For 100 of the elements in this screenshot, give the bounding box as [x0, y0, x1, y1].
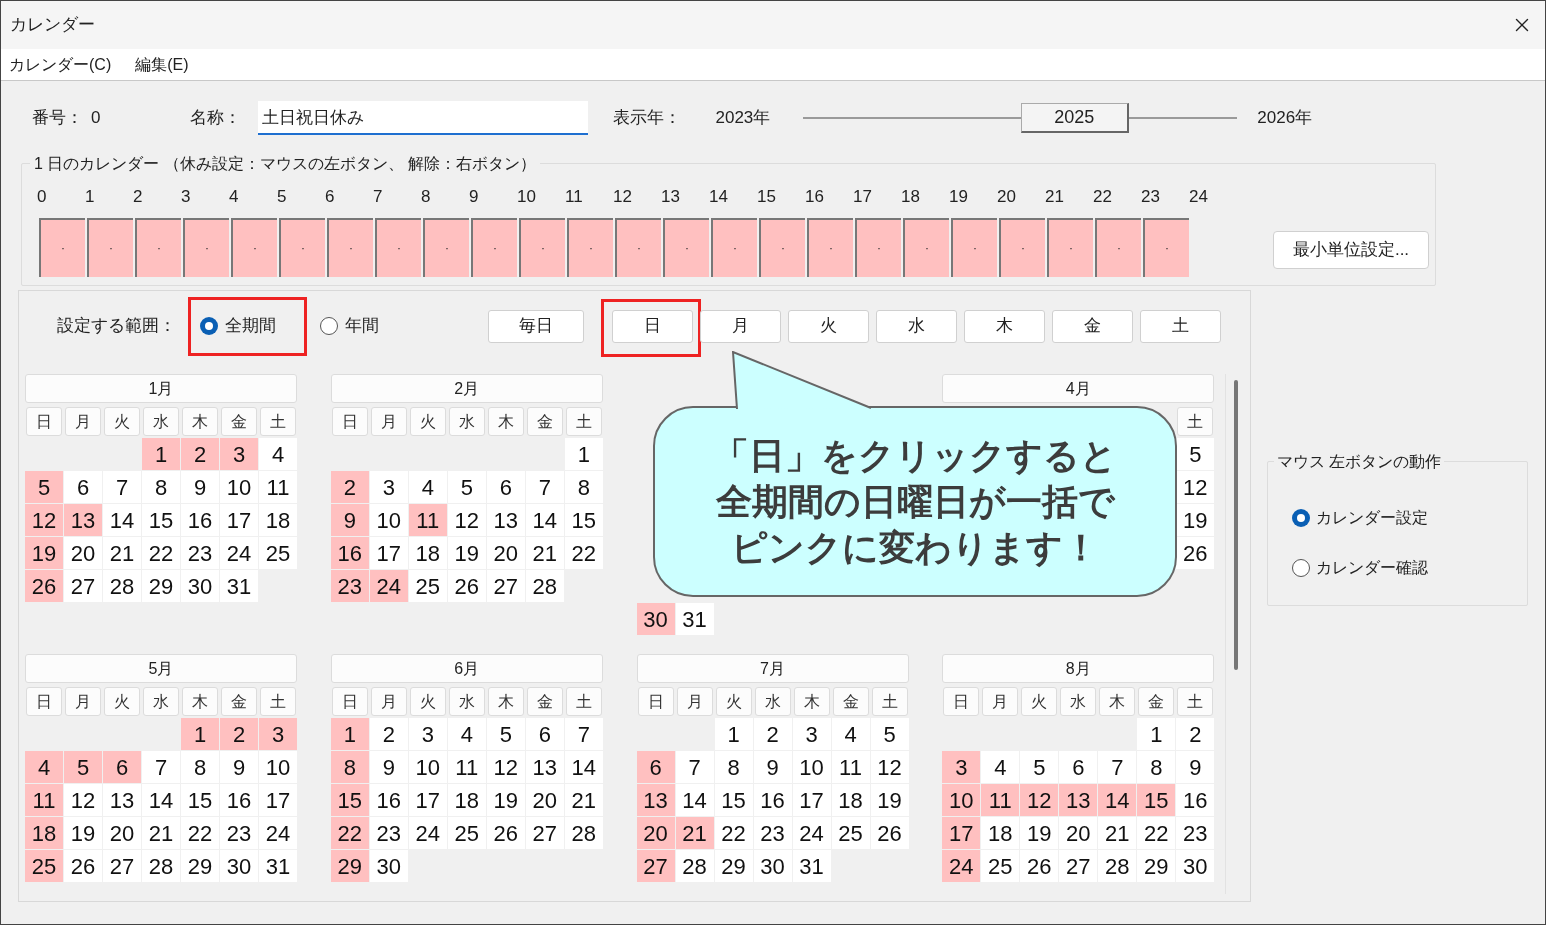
day-cell[interactable]: 26	[1176, 537, 1215, 569]
day-cell[interactable]: 6	[525, 718, 564, 750]
day-cell[interactable]: 7	[525, 471, 564, 503]
day-cell[interactable]: 28	[142, 850, 180, 882]
day-cell[interactable]: 5	[64, 751, 102, 783]
weekday-button[interactable]: 水	[876, 309, 957, 343]
day-cell[interactable]: 30	[753, 850, 792, 882]
day-cell[interactable]: 25	[259, 537, 297, 569]
day-cell[interactable]: 24	[408, 817, 447, 849]
day-cell[interactable]: 13	[636, 784, 675, 816]
weekday-button[interactable]: 毎日	[488, 309, 584, 343]
day-cell[interactable]: 8	[564, 471, 603, 503]
day-cell[interactable]: 10	[408, 751, 447, 783]
day-cell[interactable]: 6	[103, 751, 141, 783]
day-cell[interactable]: 27	[486, 570, 525, 602]
day-cell[interactable]: 12	[64, 784, 102, 816]
day-cell[interactable]: 1	[330, 718, 369, 750]
day-cell[interactable]: 12	[1176, 471, 1215, 503]
hour-slot[interactable]: ·	[471, 217, 517, 277]
day-cell[interactable]: 1	[181, 718, 219, 750]
day-cell[interactable]: 15	[142, 504, 180, 536]
day-cell[interactable]: 11	[259, 471, 297, 503]
weekday-button[interactable]: 火	[788, 309, 869, 343]
hour-slot[interactable]: ·	[567, 217, 613, 277]
day-cell[interactable]: 11	[831, 751, 870, 783]
day-cell[interactable]: 10	[369, 504, 408, 536]
hour-slot[interactable]: ·	[231, 217, 277, 277]
day-cell[interactable]: 23	[753, 817, 792, 849]
day-cell[interactable]: 11	[408, 504, 447, 536]
day-cell[interactable]: 22	[564, 537, 603, 569]
day-cell[interactable]: 4	[408, 471, 447, 503]
hour-slot[interactable]: ·	[615, 217, 661, 277]
day-cell[interactable]: 21	[564, 784, 603, 816]
hour-slot[interactable]: ·	[39, 217, 85, 277]
day-cell[interactable]: 12	[1020, 784, 1059, 816]
day-cell[interactable]: 9	[181, 471, 219, 503]
day-cell[interactable]: 11	[447, 751, 486, 783]
day-cell[interactable]: 15	[330, 784, 369, 816]
name-field[interactable]: 土日祝日休み	[258, 101, 589, 135]
day-cell[interactable]: 16	[1176, 784, 1215, 816]
day-cell[interactable]: 14	[103, 504, 141, 536]
day-cell[interactable]: 22	[181, 817, 219, 849]
day-cell[interactable]: 5	[870, 718, 909, 750]
day-cell[interactable]: 23	[220, 817, 258, 849]
hour-slot[interactable]: ·	[375, 217, 421, 277]
day-cell[interactable]: 2	[181, 438, 219, 470]
day-cell[interactable]: 5	[1020, 751, 1059, 783]
hour-slot[interactable]: ·	[1095, 217, 1141, 277]
day-cell[interactable]: 30	[1176, 850, 1215, 882]
day-cell[interactable]: 29	[714, 850, 753, 882]
day-cell[interactable]: 6	[486, 471, 525, 503]
day-cell[interactable]: 16	[330, 537, 369, 569]
day-cell[interactable]: 24	[369, 570, 408, 602]
day-cell[interactable]: 14	[564, 751, 603, 783]
day-cell[interactable]: 8	[330, 751, 369, 783]
day-cell[interactable]: 19	[64, 817, 102, 849]
day-cell[interactable]: 31	[675, 603, 714, 635]
day-cell[interactable]: 20	[1059, 817, 1098, 849]
day-cell[interactable]: 9	[753, 751, 792, 783]
day-cell[interactable]: 18	[259, 504, 297, 536]
day-cell[interactable]: 11	[981, 784, 1020, 816]
day-cell[interactable]: 3	[259, 718, 297, 750]
day-cell[interactable]: 20	[525, 784, 564, 816]
day-cell[interactable]: 20	[103, 817, 141, 849]
day-cell[interactable]: 18	[831, 784, 870, 816]
day-cell[interactable]: 30	[369, 850, 408, 882]
min-unit-button[interactable]: 最小単位設定...	[1273, 230, 1429, 269]
day-cell[interactable]: 4	[981, 751, 1020, 783]
day-cell[interactable]: 29	[1137, 850, 1176, 882]
day-cell[interactable]: 13	[1059, 784, 1098, 816]
day-cell[interactable]: 29	[142, 570, 180, 602]
day-cell[interactable]: 28	[564, 817, 603, 849]
day-cell[interactable]: 26	[486, 817, 525, 849]
day-cell[interactable]: 26	[1020, 850, 1059, 882]
weekday-button[interactable]: 土	[1140, 309, 1221, 343]
day-cell[interactable]: 4	[447, 718, 486, 750]
hour-slot[interactable]: ·	[1047, 217, 1093, 277]
radio-option[interactable]: 全期間	[200, 313, 295, 339]
day-cell[interactable]: 23	[369, 817, 408, 849]
day-cell[interactable]: 3	[792, 718, 831, 750]
day-cell[interactable]: 18	[25, 817, 63, 849]
hour-slot[interactable]: ·	[903, 217, 949, 277]
day-cell[interactable]: 16	[753, 784, 792, 816]
weekday-button[interactable]: 月	[700, 309, 781, 343]
day-cell[interactable]: 17	[369, 537, 408, 569]
day-cell[interactable]: 10	[942, 784, 981, 816]
day-cell[interactable]: 24	[942, 850, 981, 882]
day-cell[interactable]: 8	[1137, 751, 1176, 783]
day-cell[interactable]: 21	[675, 817, 714, 849]
day-cell[interactable]: 25	[981, 850, 1020, 882]
day-cell[interactable]: 31	[792, 850, 831, 882]
radio-button[interactable]	[1292, 559, 1310, 577]
day-cell[interactable]: 16	[220, 784, 258, 816]
day-cell[interactable]: 12	[25, 504, 63, 536]
day-cell[interactable]: 3	[942, 751, 981, 783]
day-cell[interactable]: 12	[870, 751, 909, 783]
day-cell[interactable]: 27	[64, 570, 102, 602]
day-cell[interactable]: 11	[25, 784, 63, 816]
day-cell[interactable]: 27	[1059, 850, 1098, 882]
day-cell[interactable]: 16	[369, 784, 408, 816]
